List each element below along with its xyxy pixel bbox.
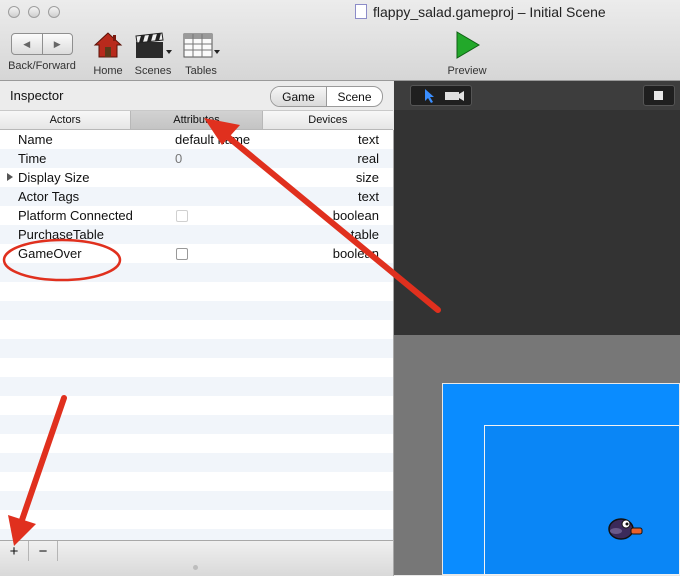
annotation-overlay: [2, 118, 441, 546]
arrow-to-attributes-tab: [219, 129, 441, 313]
highlight-ellipse: [2, 238, 122, 282]
arrow-to-add-button: [19, 395, 67, 523]
